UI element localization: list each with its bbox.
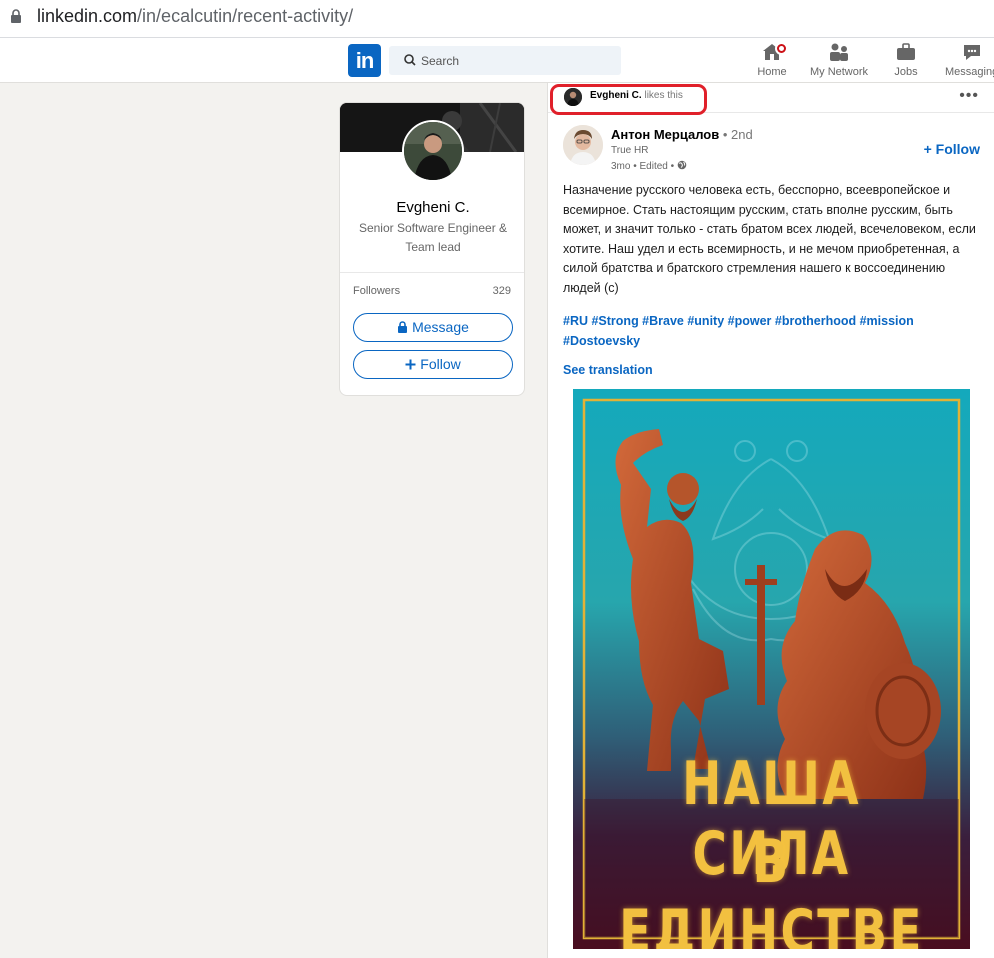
briefcase-icon <box>897 43 915 60</box>
linkedin-logo[interactable]: in <box>348 44 381 77</box>
nav-home[interactable]: Home <box>757 42 788 82</box>
highlight-annotation <box>550 84 707 115</box>
nav-my-network-label: My Network <box>809 66 869 78</box>
post-follow-label: Follow <box>935 141 980 157</box>
profile-name[interactable]: Evgheni C. <box>340 199 524 216</box>
post-meta: 3mo • Edited • <box>611 160 687 172</box>
author-company: True HR <box>611 145 649 156</box>
author-name-text: Антон Мерцалов <box>611 127 720 142</box>
profile-follow-label: Follow <box>420 356 461 372</box>
post-meta-text: 3mo • Edited • <box>611 161 675 172</box>
lock-icon <box>11 9 21 23</box>
plus-icon <box>405 359 416 370</box>
post-hashtags[interactable]: #RU #Strong #Brave #unity #power #brothe… <box>563 312 983 351</box>
network-icon <box>830 43 848 61</box>
followers-count: 329 <box>492 285 511 297</box>
lock-icon <box>398 321 408 333</box>
notification-badge <box>775 42 788 55</box>
nav-home-label: Home <box>757 66 787 78</box>
search-box[interactable] <box>389 46 621 75</box>
poster-headline-line2: В ЕДИНСТВЕ <box>619 827 924 949</box>
feed-post: Evgheni C. likes this ••• Антон Мерцалов… <box>547 83 994 958</box>
message-button-label: Message <box>412 319 469 335</box>
nav-jobs-label: Jobs <box>894 66 918 78</box>
url-domain: linkedin.com <box>37 6 138 26</box>
connection-degree: • 2nd <box>722 127 753 142</box>
chat-icon <box>964 45 980 60</box>
search-input[interactable] <box>421 50 611 71</box>
nav-messaging-label: Messaging <box>945 66 994 78</box>
nav-my-network[interactable]: My Network <box>806 42 872 82</box>
profile-card: Evgheni C. Senior Software Engineer & Te… <box>339 102 525 396</box>
author-name[interactable]: Антон Мерцалов • 2nd <box>611 127 753 142</box>
message-button[interactable]: Message <box>353 313 513 342</box>
search-icon <box>404 54 416 66</box>
post-follow-button[interactable]: + Follow <box>924 141 980 157</box>
followers-label: Followers <box>353 285 401 297</box>
globe-icon <box>677 160 687 170</box>
nav-messaging[interactable]: Messaging <box>945 42 994 82</box>
nav-jobs[interactable]: Jobs <box>892 42 920 82</box>
profile-avatar[interactable] <box>402 120 464 182</box>
url-path: /in/ecalcutin/recent-activity/ <box>137 6 354 26</box>
url-text[interactable]: linkedin.com/in/ecalcutin/recent-activit… <box>37 6 353 27</box>
profile-divider <box>340 272 524 273</box>
browser-address-bar[interactable]: linkedin.com/in/ecalcutin/recent-activit… <box>0 0 994 38</box>
post-body: Назначение русского человека есть, бессп… <box>563 183 976 295</box>
see-translation-link[interactable]: See translation <box>563 363 653 377</box>
top-nav: in Home My Network Jobs Messaging <box>0 38 994 83</box>
author-avatar[interactable] <box>563 125 603 165</box>
post-image[interactable]: НАША СИЛА В ЕДИНСТВЕ <box>573 389 970 949</box>
more-options-icon[interactable]: ••• <box>959 88 979 104</box>
profile-headline: Senior Software Engineer & Team lead <box>358 221 508 254</box>
profile-follow-button[interactable]: Follow <box>353 350 513 379</box>
